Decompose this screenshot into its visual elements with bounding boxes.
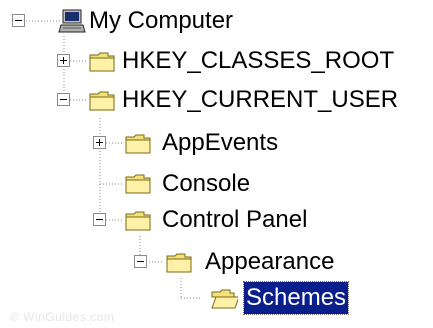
tree-item-schemes[interactable]: Schemes (242, 281, 350, 315)
folder-closed-icon (125, 134, 151, 154)
folder-closed-icon (89, 91, 115, 111)
tree-item-control-panel[interactable]: Control Panel (160, 204, 309, 236)
expand-toggle-hkey-classes-root[interactable] (57, 54, 71, 68)
folder-closed-icon (125, 211, 151, 231)
tree-item-my-computer[interactable]: My Computer (87, 5, 235, 37)
tree-item-appevents[interactable]: AppEvents (160, 127, 280, 159)
collapse-toggle-appearance[interactable] (134, 255, 148, 269)
collapse-toggle-control-panel[interactable] (93, 213, 107, 227)
tree-item-appearance[interactable]: Appearance (203, 246, 336, 278)
folder-closed-icon (166, 253, 192, 273)
folder-closed-icon (125, 174, 151, 194)
registry-tree: My Computer HKEY_CLASSES_ROOT HKEY_CURRE… (0, 0, 433, 328)
collapse-toggle-my-computer[interactable] (12, 14, 26, 28)
folder-closed-icon (89, 52, 115, 72)
folder-open-icon (211, 289, 238, 309)
expand-toggle-appevents[interactable] (93, 136, 107, 150)
computer-icon (58, 9, 86, 33)
tree-item-hkey-current-user[interactable]: HKEY_CURRENT_USER (120, 84, 400, 116)
collapse-toggle-hkey-current-user[interactable] (57, 93, 71, 107)
watermark-text: © WinGuides.com (10, 310, 115, 324)
tree-item-hkey-classes-root[interactable]: HKEY_CLASSES_ROOT (120, 45, 396, 77)
tree-item-console[interactable]: Console (160, 168, 252, 200)
